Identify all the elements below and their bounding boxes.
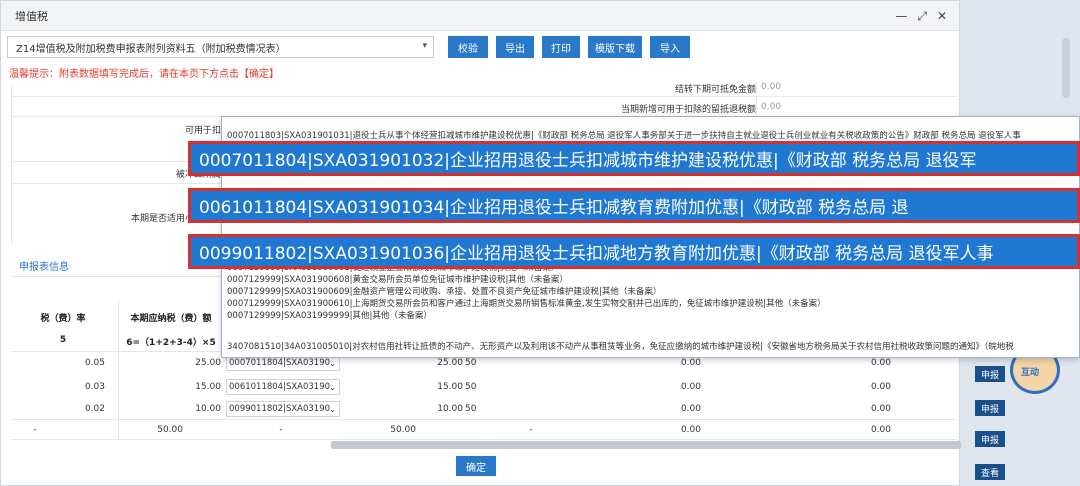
dialog-titlebar: 增值税	[1, 1, 959, 31]
table-divider	[11, 419, 957, 420]
cell-tax[interactable]: 15.00	[381, 382, 463, 392]
row-label: 当期新增可用于扣除的留抵退税额	[620, 105, 756, 115]
select-value: 0007011804|SXA03190	[229, 358, 331, 368]
table-row: 当期新增可用于扣除的留抵退税额 0.00	[11, 97, 957, 122]
horizontal-scrollbar[interactable]	[331, 441, 961, 449]
confirm-button[interactable]: 确定	[456, 456, 496, 476]
cell-col4: 0.00	[680, 358, 701, 368]
reduction-code-select[interactable]: 0061011804|SXA03190 ⌄	[226, 379, 340, 395]
window-controls: — ⤢ ✕	[895, 9, 947, 24]
row-label: 结转下期可抵免金额	[674, 85, 756, 95]
subheader-rate: 5	[59, 335, 67, 345]
total-col4: 0.00	[680, 425, 701, 435]
side-declare-button-1[interactable]: 申报	[975, 366, 1005, 382]
cell-col4: 0.00	[680, 404, 701, 414]
total-tax: 50.00	[390, 425, 416, 435]
maximize-icon[interactable]: ⤢	[917, 9, 927, 24]
chevron-down-icon: ⌄	[329, 382, 336, 392]
highlighted-option-urban-maintenance[interactable]: 0007011804|SXA031901032|企业招用退役士兵扣减城市维护建设…	[188, 141, 1080, 176]
minimize-icon[interactable]: —	[895, 9, 907, 24]
highlighted-option-education-surcharge[interactable]: 0061011804|SXA031901034|企业招用退役士兵扣减教育费附加优…	[188, 188, 1080, 223]
cell-tax[interactable]: 25.00	[381, 358, 463, 368]
select-value: 0099011802|SXA03190	[229, 404, 331, 414]
side-declare-button-2[interactable]: 申报	[975, 400, 1005, 416]
subheader-amount: 6=（1+2+3-4）×5	[126, 338, 216, 348]
form-select-value: Z14增值税及附加税费申报表附列资料五（附加税费情况表）	[16, 43, 286, 55]
cell-col3: 50	[465, 358, 477, 368]
cell-amount: 15.00	[195, 382, 221, 392]
total-dash: -	[279, 425, 283, 435]
side-view-button[interactable]: 查看	[975, 464, 1005, 480]
side-declare-button-3[interactable]: 申报	[975, 431, 1005, 447]
header-rate: 税（费）率	[40, 314, 86, 324]
cell-col5: 0.00	[870, 358, 891, 368]
template-download-button[interactable]: 模版下载	[588, 36, 642, 58]
total-rate: -	[33, 425, 37, 435]
total-amount: 50.00	[157, 425, 183, 435]
cell-rate: 0.02	[84, 404, 105, 414]
chevron-down-icon: ⌄	[329, 358, 336, 368]
reduction-code-select[interactable]: 0099011802|SXA03190 ⌄	[226, 401, 340, 417]
list-item[interactable]: 0007129999|SXA031999999|其他|其他（未备案）	[227, 309, 432, 321]
table-divider	[118, 301, 119, 439]
print-button[interactable]: 打印	[542, 36, 580, 58]
cell-col5: 0.00	[870, 382, 891, 392]
header-amount: 本期应纳税（费）额	[130, 314, 212, 324]
toolbar: Z14增值税及附加税费申报表附列资料五（附加税费情况表） ▾ 校验 导出 打印 …	[7, 35, 959, 59]
cell-col3: 50	[465, 382, 477, 392]
close-icon[interactable]: ✕	[937, 9, 947, 24]
table-border	[11, 85, 12, 245]
select-value: 0061011804|SXA03190	[229, 382, 331, 392]
export-button[interactable]: 导出	[496, 36, 534, 58]
list-item[interactable]: 0007011803|SXA031901031|退役士兵从事个体经营扣减城市维护…	[227, 129, 1021, 141]
cell-rate: 0.03	[84, 382, 105, 392]
cell-amount: 10.00	[195, 404, 221, 414]
cell-col5: 0.00	[870, 404, 891, 414]
scrollbar-thumb[interactable]	[1062, 38, 1070, 98]
cell-tax[interactable]: 10.00	[381, 404, 463, 414]
validate-button[interactable]: 校验	[448, 36, 488, 58]
form-select[interactable]: Z14增值税及附加税费申报表附列资料五（附加税费情况表） ▾	[7, 36, 434, 58]
highlighted-option-local-education[interactable]: 0099011802|SXA031901036|企业招用退役士兵扣减地方教育附加…	[188, 234, 1080, 269]
table-divider	[11, 439, 957, 440]
section-title: 申报表信息	[19, 262, 69, 273]
cell-amount: 25.00	[195, 358, 221, 368]
import-button[interactable]: 导入	[650, 36, 690, 58]
total-col5: 0.00	[870, 425, 891, 435]
list-item[interactable]: 0007129999|SXA031900608|黄金交易所会员单位免征城市维护建…	[227, 273, 568, 285]
chevron-down-icon: ▾	[422, 41, 427, 51]
avatar-label: 互动	[1021, 368, 1040, 378]
list-item[interactable]: 3407081510|34A031005010|对农村信用社转让抵债的不动产、无…	[227, 340, 1080, 352]
list-item[interactable]: 0007129999|SXA031900609|金融资产管理公司收购、承接、处置…	[227, 285, 661, 297]
cell-col3: 50	[465, 404, 477, 414]
table-row: 结转下期可抵免金额 0.00	[11, 77, 957, 102]
cell-col4: 0.00	[680, 382, 701, 392]
available-label: 可用于扣	[184, 126, 221, 136]
chevron-down-icon: ⌄	[329, 404, 336, 414]
total-col3: -	[529, 425, 533, 435]
list-item[interactable]: 0007129999|SXA031900610|上海期货交易所会员和客户通过上海…	[227, 297, 826, 309]
cell-rate: 0.05	[84, 358, 105, 368]
dialog-title: 增值税	[15, 9, 48, 23]
